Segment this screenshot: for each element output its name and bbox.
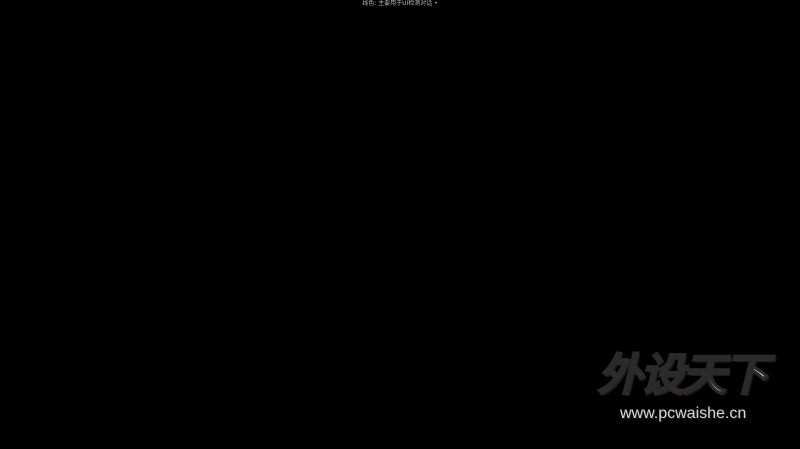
site-watermark-logo: 外设天下 www.pcwaishe.cn — [597, 349, 788, 430]
top-caption: 线色: 主要用于UI检测对话 • — [362, 0, 438, 7]
watermark-title-red: 外设 — [597, 349, 685, 402]
watermark-url: www.pcwaishe.cn — [620, 405, 747, 422]
watermark-title-white: 天下 — [681, 349, 769, 402]
watermark-title: 外设天下 — [597, 349, 769, 402]
video-frame: 线色: 主要用于UI检测对话 • 外设天下 www.pcwaishe.cn — [0, 0, 800, 449]
